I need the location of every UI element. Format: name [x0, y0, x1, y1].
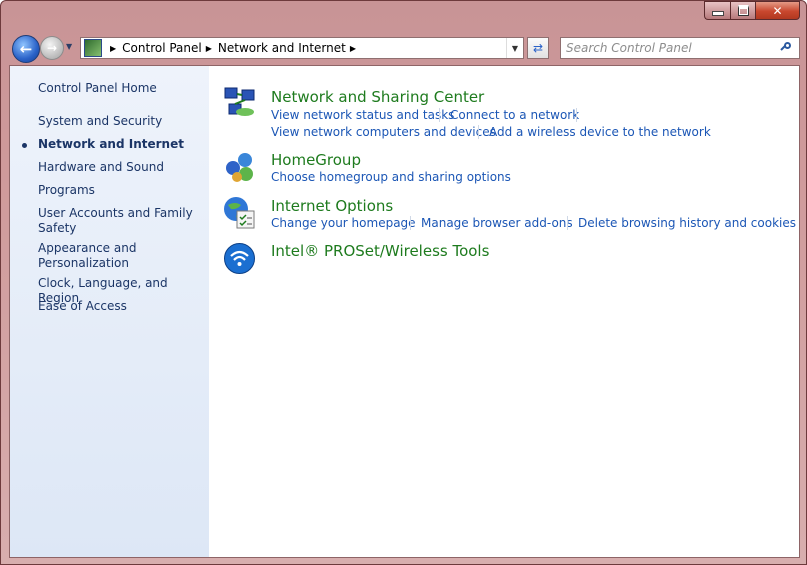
task-separator — [567, 216, 568, 230]
back-arrow-icon: ← — [19, 40, 33, 58]
task-add-wireless-device[interactable]: Add a wireless device to the network — [489, 125, 711, 139]
minimize-button[interactable] — [704, 1, 730, 20]
control-panel-window: ✕ ← → ▼ ▶ Control Panel ▶ Network and In… — [0, 0, 807, 565]
sidebar-item-ease-of-access[interactable]: Ease of Access — [38, 299, 203, 314]
minimize-icon — [711, 10, 724, 16]
sidebar-item-appearance[interactable]: Appearance and Personalization — [38, 241, 203, 271]
sidebar-item-system-and-security[interactable]: System and Security — [38, 114, 203, 129]
breadcrumb-control-panel[interactable]: Control Panel — [122, 41, 202, 55]
task-separator — [576, 108, 577, 122]
task-separator — [410, 216, 411, 230]
back-button[interactable]: ← — [12, 35, 40, 63]
breadcrumb-arrow-icon[interactable]: ▶ — [110, 44, 116, 53]
network-center-icon[interactable] — [223, 86, 256, 119]
content-area: Control Panel Home System and Security N… — [9, 65, 800, 558]
task-connect-to-network[interactable]: Connect to a network — [450, 108, 579, 122]
navigation-bar: ← → ▼ ▶ Control Panel ▶ Network and Inte… — [9, 33, 800, 63]
category-title-internet-options[interactable]: Internet Options — [271, 197, 393, 215]
internet-options-icon[interactable] — [223, 196, 256, 229]
category-title-intel-proset[interactable]: Intel® PROSet/Wireless Tools — [271, 242, 489, 260]
address-bar[interactable]: ▶ Control Panel ▶ Network and Internet ▶… — [80, 37, 524, 59]
sidebar-item-network-and-internet[interactable]: Network and Internet — [38, 137, 203, 152]
control-panel-icon — [84, 39, 102, 57]
category-title-network-sharing-center[interactable]: Network and Sharing Center — [271, 88, 484, 106]
active-item-bullet — [22, 143, 27, 148]
task-separator — [478, 125, 479, 139]
task-homegroup-sharing-options[interactable]: Choose homegroup and sharing options — [271, 170, 511, 184]
category-title-homegroup[interactable]: HomeGroup — [271, 151, 361, 169]
close-button[interactable]: ✕ — [756, 1, 800, 20]
task-view-network-status[interactable]: View network status and tasks — [271, 108, 454, 122]
forward-arrow-icon: → — [46, 41, 58, 55]
main-panel: Network and Sharing Center View network … — [209, 66, 799, 557]
search-box[interactable]: Search Control Panel — [560, 37, 800, 59]
breadcrumb-arrow-icon[interactable]: ▶ — [350, 44, 356, 53]
task-change-homepage[interactable]: Change your homepage — [271, 216, 416, 230]
breadcrumb-network-and-internet[interactable]: Network and Internet — [218, 41, 346, 55]
task-separator — [439, 108, 440, 122]
sidebar-item-hardware-and-sound[interactable]: Hardware and Sound — [38, 160, 203, 175]
homegroup-icon[interactable] — [223, 150, 256, 183]
task-delete-browsing-history[interactable]: Delete browsing history and cookies — [578, 216, 796, 230]
search-input[interactable]: Search Control Panel — [566, 41, 692, 55]
refresh-button[interactable]: ⇄ — [527, 37, 549, 59]
recent-pages-dropdown[interactable]: ▼ — [66, 42, 72, 51]
maximize-icon — [737, 5, 749, 16]
address-dropdown-button[interactable]: ▼ — [506, 38, 523, 58]
search-icon[interactable] — [781, 42, 793, 54]
forward-button[interactable]: → — [40, 36, 64, 60]
sidebar-home-link[interactable]: Control Panel Home — [38, 81, 203, 96]
refresh-icon: ⇄ — [532, 41, 544, 55]
task-manage-addons[interactable]: Manage browser add-ons — [421, 216, 573, 230]
intel-wireless-icon[interactable] — [223, 242, 256, 275]
breadcrumb-arrow-icon[interactable]: ▶ — [206, 44, 212, 53]
sidebar-item-programs[interactable]: Programs — [38, 183, 203, 198]
caption-buttons: ✕ — [704, 1, 800, 20]
sidebar: Control Panel Home System and Security N… — [10, 66, 209, 557]
maximize-button[interactable] — [730, 1, 756, 20]
sidebar-item-user-accounts[interactable]: User Accounts and Family Safety — [38, 206, 203, 236]
task-view-network-computers[interactable]: View network computers and devices — [271, 125, 496, 139]
